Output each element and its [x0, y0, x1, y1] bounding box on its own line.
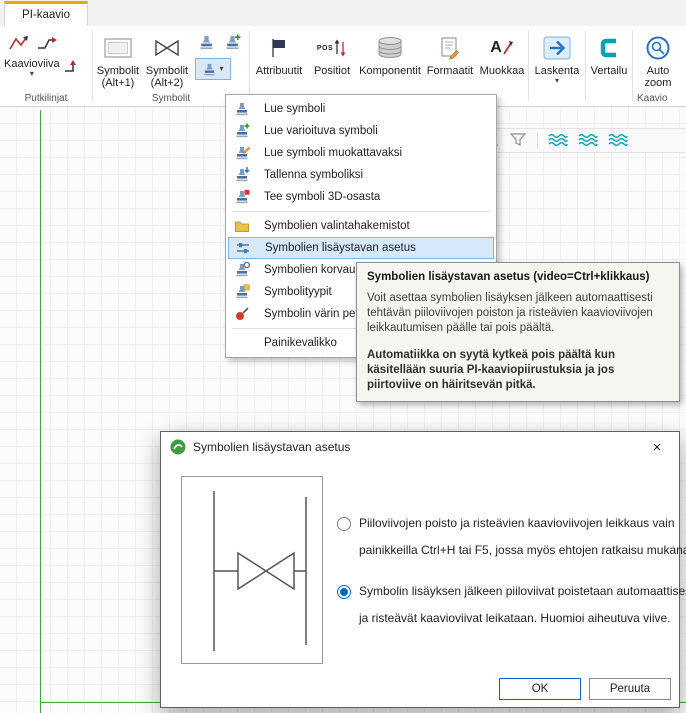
compare-c-icon	[597, 31, 621, 65]
radio1-text-line2: painikkeilla Ctrl+H tai F5, jossa myös e…	[359, 537, 686, 564]
attribuutit-label: Attribuutit	[256, 65, 302, 77]
menu-item-symbolien-valintahakemistot[interactable]: Symbolien valintahakemistot	[228, 215, 494, 237]
autozoom-button[interactable]: Auto zoom	[633, 26, 683, 89]
sliders-icon	[235, 240, 257, 256]
vertailu-label: Vertailu	[591, 65, 628, 77]
stamp-edit-icon	[234, 145, 256, 161]
stamp-icon	[234, 101, 256, 117]
close-icon: ×	[653, 439, 662, 456]
stamp-plus-icon	[234, 123, 256, 139]
symbol-tool-button-1[interactable]	[195, 32, 217, 52]
symbolit-alt1-button[interactable]: Symbolit (Alt+1)	[93, 26, 143, 89]
menu-item-tallenna-symboliksi[interactable]: Tallenna symboliksi	[228, 164, 494, 186]
attribute-flag-icon	[267, 31, 291, 65]
stamp-types-icon	[234, 284, 256, 300]
stamp-3d-icon	[234, 189, 256, 205]
stamp-icon	[202, 62, 217, 77]
symbol-menu-dropdown-button[interactable]: ▾	[195, 58, 231, 80]
tooltip-paragraph-1: Voit asettaa symbolien lisäyksen jälkeen…	[367, 291, 663, 336]
menu-separator	[232, 211, 490, 212]
blank-icon	[234, 335, 256, 351]
symbolit1-label-line2: (Alt+1)	[97, 77, 139, 89]
filter-funnel-icon[interactable]	[509, 132, 527, 150]
formaatit-label: Formaatit	[427, 65, 473, 77]
autozoom-label-line2: zoom	[645, 77, 672, 89]
application-window: PI-kaavio Kaavioviiva ▾ Putkilinjat	[0, 0, 686, 713]
symbolit-alt2-button[interactable]: Symbolit (Alt+2)	[143, 26, 191, 89]
folder-icon	[234, 218, 256, 234]
tab-pi-kaavio[interactable]: PI-kaavio	[4, 1, 88, 26]
muokkaa-label: Muokkaa	[480, 65, 525, 77]
chevron-down-icon: ▾	[219, 65, 223, 73]
tab-label: PI-kaavio	[22, 9, 70, 21]
group-label-putkilinjat: Putkilinjat	[0, 93, 92, 104]
chevron-down-icon: ▾	[555, 77, 559, 85]
valve-bowtie-icon	[152, 31, 182, 65]
kaavioviiva-dropdown-button[interactable]: Kaavioviiva ▾	[4, 58, 60, 78]
radio-option-automatic[interactable]: Symbolin lisäyksen jälkeen piiloviivat p…	[337, 578, 671, 632]
dialog-title: Symbolien lisäystavan asetus	[193, 440, 350, 454]
diagram-line-tool-1-button[interactable]	[8, 33, 30, 56]
symbol-placeholder-icon	[103, 31, 133, 65]
menu-item-lue-varioituva-symboli[interactable]: Lue varioituva symboli	[228, 120, 494, 142]
menu-item-tooltip: Symbolien lisäystavan asetus (video=Ctrl…	[356, 262, 680, 402]
menu-item-tee-symboli-3d-osasta[interactable]: Tee symboli 3D-osasta	[228, 186, 494, 208]
komponentit-label: Komponentit	[359, 65, 421, 77]
toolbar-separator	[537, 133, 538, 149]
stamp-save-icon	[234, 167, 256, 183]
position-pos-icon: POS	[317, 31, 347, 65]
group-label-kaavio: Kaavio	[637, 93, 683, 104]
symbolit2-label-line2: (Alt+2)	[146, 77, 188, 89]
edit-letter-icon: A	[490, 31, 514, 65]
wave-layer-icon[interactable]	[578, 132, 598, 150]
autozoom-label-line1: Auto	[645, 65, 672, 77]
radio-selected-icon[interactable]	[337, 585, 351, 599]
radio1-text-line1: Piiloviivojen poisto ja risteävien kaavi…	[359, 510, 686, 537]
menu-item-symbolien-lisaystavan-asetus[interactable]: Symbolien lisäystavan asetus	[228, 237, 494, 259]
document-edit-icon	[438, 31, 462, 65]
database-cylinder-icon	[375, 31, 405, 65]
diagram-line-tool-2-button[interactable]	[36, 33, 58, 56]
canvas-filter-toolbar	[472, 128, 686, 153]
cancel-button[interactable]: Peruuta	[589, 678, 671, 700]
chevron-down-icon: ▾	[30, 70, 34, 78]
menu-item-lue-symboli-muokattavaksi[interactable]: Lue symboli muokattavaksi	[228, 142, 494, 164]
symbolit2-label-line1: Symbolit	[146, 65, 188, 77]
radio-unselected-icon[interactable]	[337, 517, 351, 531]
radio2-text-line2: ja risteävät kaavioviivat leikataan. Huo…	[359, 605, 686, 632]
symbolit1-label-line1: Symbolit	[97, 65, 139, 77]
line-direction-arrow-button[interactable]	[63, 58, 81, 77]
menu-item-lue-symboli[interactable]: Lue symboli	[228, 98, 494, 120]
positiot-label: Positiot	[314, 65, 350, 77]
color-icon	[234, 306, 256, 322]
laskenta-button[interactable]: Laskenta ▾	[529, 26, 585, 106]
tooltip-title: Symbolien lisäystavan asetus (video=Ctrl…	[367, 271, 669, 283]
sheet-border-left	[40, 110, 41, 713]
calculation-run-icon	[542, 31, 572, 65]
wave-layer-icon[interactable]	[548, 132, 568, 150]
dialog-title-bar[interactable]: Symbolien lisäystavan asetus	[161, 432, 679, 462]
ribbon-group-putkilinjat: Kaavioviiva ▾ Putkilinjat	[0, 26, 92, 106]
ribbon-tab-bar: PI-kaavio	[0, 0, 686, 26]
symbol-insert-settings-dialog: Symbolien lisäystavan asetus × Piiloviiv…	[160, 431, 680, 708]
dialog-close-button[interactable]: ×	[635, 432, 679, 462]
valve-symbol-preview	[182, 477, 322, 663]
ok-button[interactable]: OK	[499, 678, 581, 700]
wave-layer-icon[interactable]	[608, 132, 628, 150]
tooltip-paragraph-2: Automatiikka on syytä kytkeä pois päältä…	[367, 348, 657, 393]
radio-option-manual[interactable]: Piiloviivojen poisto ja risteävien kaavi…	[337, 510, 671, 564]
ribbon-group-kaavio: Auto zoom Kaavio	[633, 26, 683, 106]
autozoom-magnifier-icon	[645, 31, 671, 65]
vertailu-button[interactable]: Vertailu	[586, 26, 632, 106]
symbol-preview-box	[181, 476, 323, 664]
stamp-gear-icon	[234, 262, 256, 278]
radio2-text-line1: Symbolin lisäyksen jälkeen piiloviivat p…	[359, 578, 686, 605]
symbol-tool-button-2[interactable]	[221, 32, 243, 52]
app-icon	[170, 439, 186, 455]
